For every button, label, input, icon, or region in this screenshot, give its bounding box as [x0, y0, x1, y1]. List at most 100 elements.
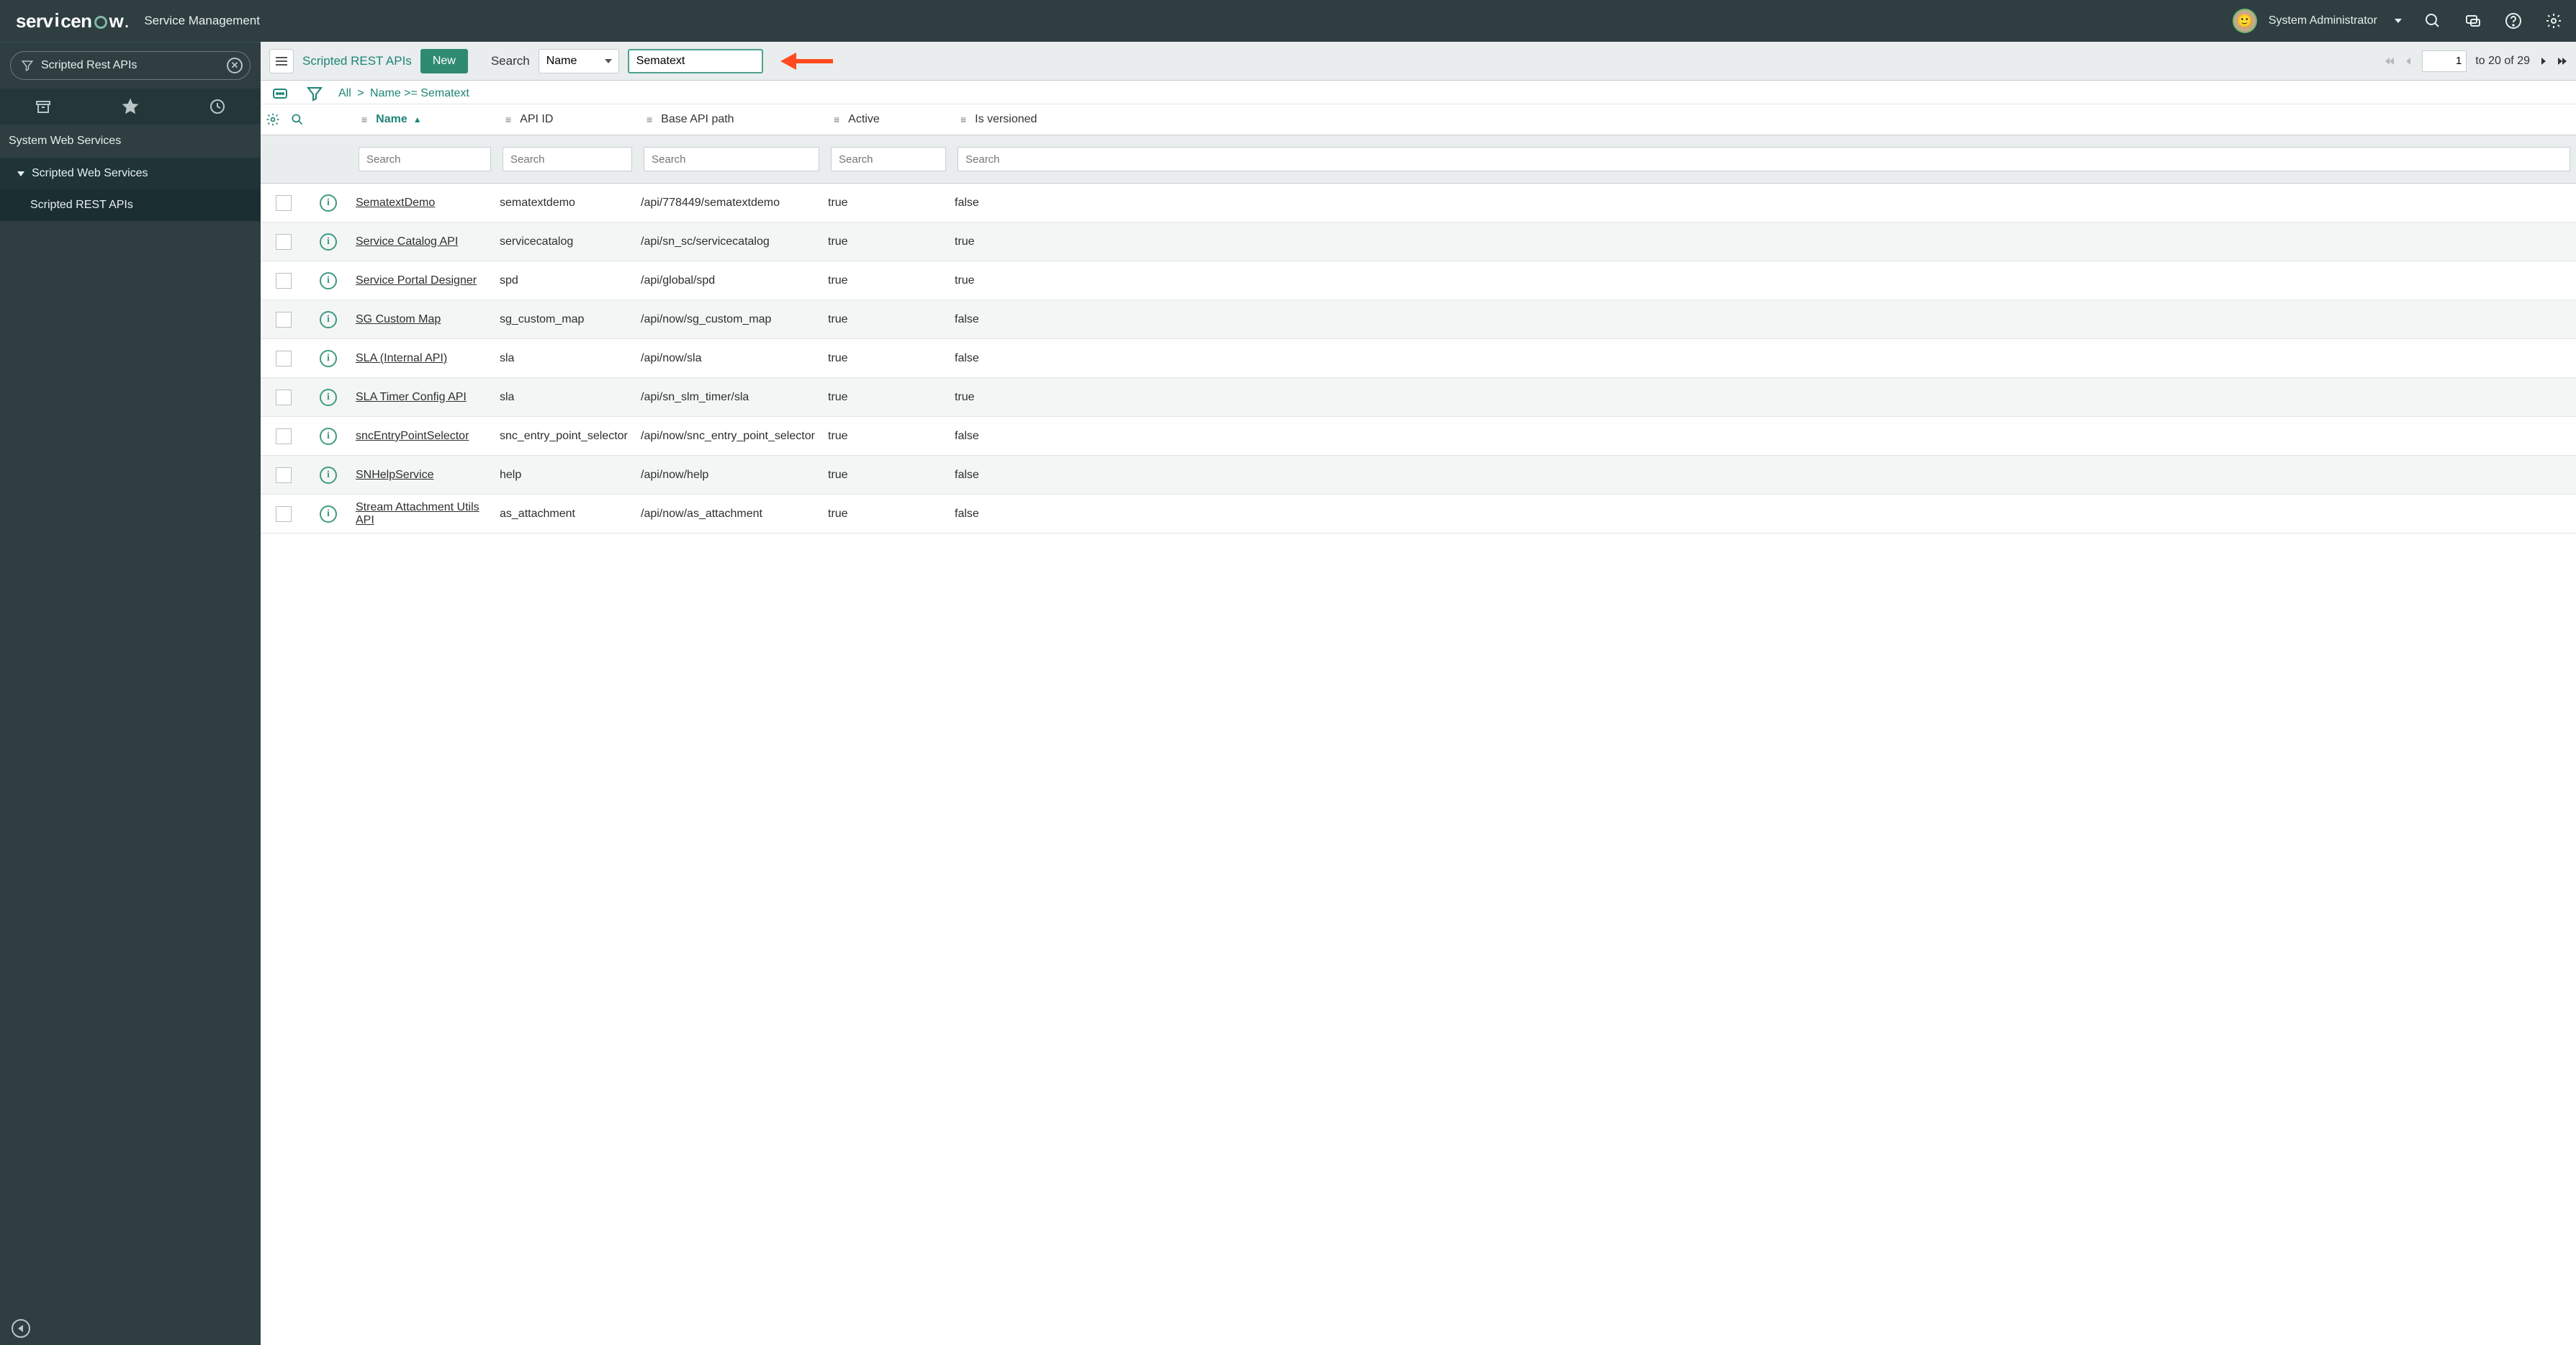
- row-checkbox[interactable]: [276, 467, 292, 483]
- table-row: i SematextDemo sematextdemo /api/778449/…: [261, 184, 2576, 222]
- table-row: i SLA (Internal API) sla /api/now/sla tr…: [261, 339, 2576, 378]
- row-active: true: [822, 426, 949, 447]
- pager-prev-icon[interactable]: [2403, 56, 2413, 66]
- column-header-versioned[interactable]: ≡Is versioned: [955, 106, 2576, 133]
- row-info-icon[interactable]: i: [320, 389, 337, 406]
- table-row: i Stream Attachment Utils API as_attachm…: [261, 495, 2576, 534]
- table-row: i SNHelpService help /api/now/help true …: [261, 456, 2576, 495]
- row-active: true: [822, 192, 949, 214]
- row-active: true: [822, 270, 949, 292]
- sidebar-collapse-icon[interactable]: [12, 1319, 30, 1338]
- sidebar-item-scripted-rest-apis[interactable]: Scripted REST APIs: [0, 189, 261, 221]
- row-versioned: false: [949, 309, 2576, 330]
- row-path: /api/sn_sc/servicecatalog: [635, 231, 822, 253]
- column-search-toggle-icon[interactable]: [285, 104, 310, 135]
- row-active: true: [822, 309, 949, 330]
- nav-filter-input[interactable]: [41, 59, 220, 72]
- row-info-icon[interactable]: i: [320, 233, 337, 251]
- main: Scripted REST APIs New Search Name: [261, 42, 2576, 1345]
- row-info-icon[interactable]: i: [320, 505, 337, 523]
- row-checkbox[interactable]: [276, 312, 292, 328]
- chevron-down-icon: [17, 171, 24, 176]
- row-name-link[interactable]: Service Catalog API: [356, 235, 458, 248]
- nav-tab-favorites[interactable]: [87, 89, 174, 124]
- row-checkbox[interactable]: [276, 351, 292, 366]
- column-header-active[interactable]: ≡Active: [828, 106, 955, 133]
- table-header: ≡Name▲ ≡API ID ≡Base API path ≡Active ≡I…: [261, 104, 2576, 135]
- row-name-link[interactable]: Service Portal Designer: [356, 274, 477, 287]
- row-name-link[interactable]: Stream Attachment Utils API: [356, 501, 488, 527]
- filter-name-input[interactable]: [359, 147, 491, 171]
- row-info-icon[interactable]: i: [320, 272, 337, 289]
- new-button[interactable]: New: [420, 49, 468, 73]
- sidebar-group-label: Scripted Web Services: [32, 167, 148, 180]
- row-checkbox[interactable]: [276, 390, 292, 405]
- row-api-id: snc_entry_point_selector: [494, 426, 635, 447]
- list-menu-button[interactable]: [269, 49, 294, 73]
- row-checkbox[interactable]: [276, 506, 292, 522]
- row-checkbox[interactable]: [276, 273, 292, 289]
- column-header-name[interactable]: ≡Name▲: [356, 106, 500, 133]
- row-checkbox[interactable]: [276, 195, 292, 211]
- row-path: /api/now/sg_custom_map: [635, 309, 822, 330]
- activity-stream-icon[interactable]: [269, 85, 291, 102]
- row-name-link[interactable]: SLA (Internal API): [356, 352, 447, 365]
- column-filter-row: [261, 135, 2576, 184]
- row-info-icon[interactable]: i: [320, 428, 337, 445]
- row-active: true: [822, 503, 949, 525]
- chat-icon[interactable]: [2464, 12, 2482, 30]
- column-header-api-id[interactable]: ≡API ID: [500, 106, 641, 133]
- row-info-icon[interactable]: i: [320, 311, 337, 328]
- row-name-link[interactable]: sncEntryPointSelector: [356, 430, 469, 443]
- row-info-icon[interactable]: i: [320, 194, 337, 212]
- pager-next-icon[interactable]: [2539, 56, 2549, 66]
- row-api-id: as_attachment: [494, 503, 635, 525]
- breadcrumb-filter[interactable]: Name >= Sematext: [370, 87, 469, 99]
- search-input[interactable]: [628, 49, 763, 73]
- row-checkbox[interactable]: [276, 234, 292, 250]
- filter-active-input[interactable]: [831, 147, 946, 171]
- filter-versioned-input[interactable]: [958, 147, 2570, 171]
- row-active: true: [822, 231, 949, 253]
- topbar: servicenw. Service Management 🙂 System A…: [0, 0, 2576, 42]
- breadcrumb[interactable]: All > Name >= Sematext: [338, 87, 469, 100]
- filter-funnel-icon[interactable]: [304, 85, 325, 102]
- filter-apiid-input[interactable]: [503, 147, 632, 171]
- breadcrumb-row: All > Name >= Sematext: [261, 81, 2576, 104]
- row-api-id: sla: [494, 348, 635, 369]
- row-path: /api/global/spd: [635, 270, 822, 292]
- row-name-link[interactable]: SNHelpService: [356, 469, 433, 482]
- breadcrumb-all[interactable]: All: [338, 87, 351, 99]
- pager-first-icon[interactable]: [2384, 56, 2395, 66]
- nav-filter[interactable]: ✕: [10, 51, 251, 80]
- avatar[interactable]: 🙂: [2233, 9, 2257, 33]
- column-header-base-path[interactable]: ≡Base API path: [641, 106, 828, 133]
- row-path: /api/now/snc_entry_point_selector: [635, 426, 822, 447]
- global-search-icon[interactable]: [2423, 12, 2442, 30]
- pager-range: to 20 of 29: [2475, 55, 2530, 68]
- pager-last-icon[interactable]: [2557, 56, 2567, 66]
- nav-tab-all[interactable]: [0, 89, 87, 124]
- row-name-link[interactable]: SLA Timer Config API: [356, 391, 467, 404]
- row-info-icon[interactable]: i: [320, 467, 337, 484]
- row-versioned: false: [949, 192, 2576, 214]
- row-name-link[interactable]: SG Custom Map: [356, 313, 441, 326]
- search-field-select[interactable]: Name: [539, 49, 619, 73]
- pager-current-input[interactable]: [2422, 50, 2467, 72]
- row-versioned: false: [949, 503, 2576, 525]
- funnel-icon: [21, 59, 34, 72]
- row-versioned: true: [949, 270, 2576, 292]
- table-body: i SematextDemo sematextdemo /api/778449/…: [261, 184, 2576, 534]
- settings-gear-icon[interactable]: [2544, 12, 2563, 30]
- filter-path-input[interactable]: [644, 147, 819, 171]
- row-info-icon[interactable]: i: [320, 350, 337, 367]
- row-checkbox[interactable]: [276, 428, 292, 444]
- sidebar-group-scripted-web-services[interactable]: Scripted Web Services: [0, 158, 261, 189]
- nav-filter-clear-icon[interactable]: ✕: [227, 58, 243, 73]
- row-name-link[interactable]: SematextDemo: [356, 197, 435, 210]
- help-icon[interactable]: [2504, 12, 2523, 30]
- user-menu-caret-icon[interactable]: [2395, 19, 2402, 23]
- search-label: Search: [491, 54, 530, 68]
- personalize-gear-icon[interactable]: [261, 104, 285, 135]
- nav-tab-history[interactable]: [174, 89, 261, 124]
